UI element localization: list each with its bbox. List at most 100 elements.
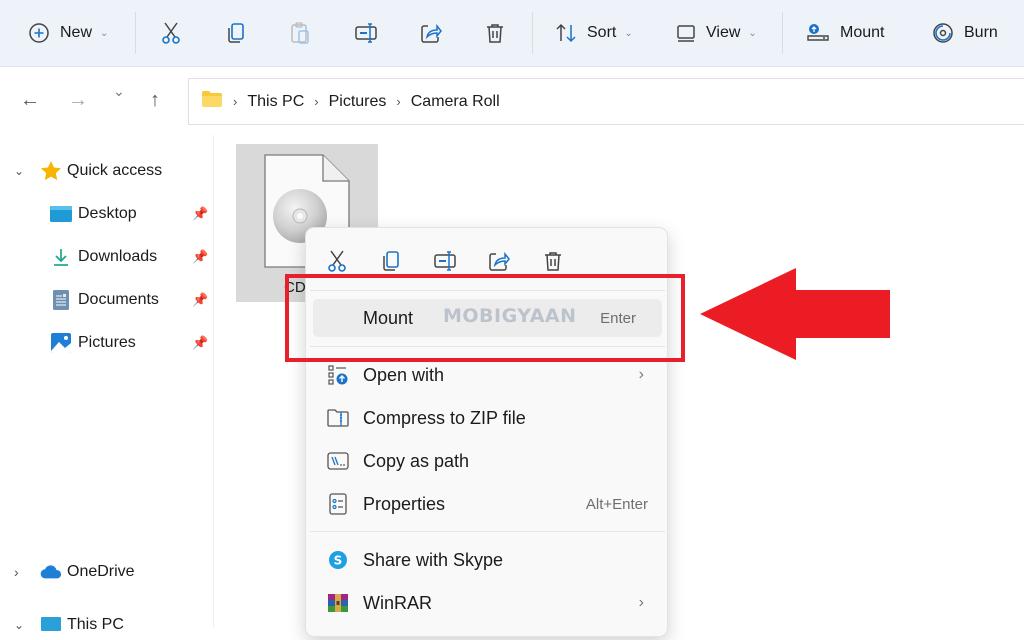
- sidebar-item-quick-access[interactable]: ⌄ Quick access: [0, 156, 214, 186]
- sidebar-item-desktop[interactable]: Desktop 📌: [0, 199, 214, 229]
- burn-label: Burn: [964, 24, 998, 41]
- properties-icon: [327, 493, 349, 515]
- breadcrumb-pictures[interactable]: Pictures: [329, 93, 387, 111]
- menu-item-share-skype[interactable]: S Share with Skype: [313, 541, 662, 579]
- up-arrow-icon[interactable]: ↑: [150, 89, 160, 112]
- menu-item-copy-as-path[interactable]: Copy as path: [313, 442, 662, 480]
- view-label: View: [706, 24, 741, 41]
- burn-button[interactable]: Burn: [932, 16, 998, 50]
- sidebar-item-pictures[interactable]: Pictures 📌: [0, 328, 214, 358]
- breadcrumb-this-pc[interactable]: This PC: [247, 93, 304, 111]
- pin-icon[interactable]: 📌: [192, 249, 208, 265]
- chevron-right-icon: ›: [638, 594, 644, 611]
- new-button[interactable]: New ⌄: [28, 16, 108, 50]
- sidebar-item-documents[interactable]: Documents 📌: [0, 285, 214, 315]
- rename-icon[interactable]: [430, 244, 460, 278]
- shortcut-label: Alt+Enter: [585, 495, 648, 513]
- svg-text:S: S: [334, 554, 343, 568]
- sidebar-item-label: Documents: [78, 291, 159, 308]
- share-icon[interactable]: [484, 244, 514, 278]
- sidebar-item-label: Desktop: [78, 205, 137, 222]
- rename-button[interactable]: [354, 16, 378, 50]
- chevron-down-icon: ⌄: [748, 27, 757, 39]
- menu-item-label: Compress to ZIP file: [363, 407, 526, 428]
- breadcrumb-camera-roll[interactable]: Camera Roll: [411, 93, 500, 111]
- menu-divider: [310, 531, 665, 532]
- breadcrumb-separator: ›: [233, 94, 238, 109]
- breadcrumb[interactable]: › This PC › Pictures › Camera Roll: [188, 78, 1024, 125]
- winrar-icon: [327, 592, 349, 614]
- cut-icon: [160, 21, 182, 45]
- pin-icon[interactable]: 📌: [192, 335, 208, 351]
- add-icon: [28, 22, 50, 44]
- pictures-icon: [50, 332, 72, 354]
- mount-button[interactable]: Mount: [806, 16, 884, 50]
- recent-locations-icon[interactable]: ⌄: [113, 83, 125, 100]
- new-label: New: [60, 24, 93, 41]
- menu-item-properties[interactable]: Properties Alt+Enter: [313, 485, 662, 523]
- view-icon: [676, 23, 696, 43]
- desktop-icon: [50, 203, 72, 225]
- forward-arrow-icon[interactable]: →: [68, 89, 88, 112]
- paste-button[interactable]: [290, 16, 310, 50]
- star-icon: [40, 160, 62, 182]
- rename-icon: [354, 22, 378, 44]
- sort-icon: [555, 22, 577, 44]
- chevron-down-icon[interactable]: ⌄: [14, 164, 24, 178]
- pin-icon[interactable]: 📌: [192, 206, 208, 222]
- mount-label: Mount: [840, 24, 885, 41]
- copy-button[interactable]: [226, 16, 246, 50]
- open-with-icon: [327, 364, 349, 386]
- pin-icon[interactable]: 📌: [192, 292, 208, 308]
- sidebar-item-this-pc[interactable]: ⌄ This PC: [0, 610, 214, 640]
- sidebar-item-label: This PC: [67, 616, 124, 633]
- sort-label: Sort: [587, 24, 617, 41]
- sort-button[interactable]: Sort ⌄: [555, 16, 633, 50]
- copy-icon[interactable]: [376, 244, 406, 278]
- documents-icon: [50, 289, 72, 311]
- delete-button[interactable]: [485, 16, 505, 50]
- cut-button[interactable]: [160, 16, 182, 50]
- menu-item-compress-zip[interactable]: Compress to ZIP file: [313, 399, 662, 437]
- chevron-down-icon: ⌄: [624, 27, 633, 39]
- menu-item-winrar[interactable]: WinRAR ›: [313, 584, 662, 622]
- toolbar-divider: [782, 12, 783, 54]
- sidebar-item-label: Downloads: [78, 248, 158, 265]
- menu-item-label: Open with: [363, 364, 445, 385]
- toolbar-divider: [135, 12, 136, 54]
- sidebar-item-label: Quick access: [67, 162, 163, 179]
- sidebar-item-downloads[interactable]: Downloads 📌: [0, 242, 214, 272]
- highlight-box: [285, 274, 685, 362]
- view-button[interactable]: View ⌄: [676, 16, 757, 50]
- cut-icon[interactable]: [322, 244, 352, 278]
- skype-icon: S: [327, 549, 349, 571]
- mount-icon: [806, 23, 830, 43]
- menu-item-label: Properties: [363, 493, 446, 514]
- burn-icon: [932, 22, 954, 44]
- toolbar-divider: [532, 12, 533, 54]
- computer-icon: [40, 614, 62, 636]
- sidebar-item-onedrive[interactable]: › OneDrive: [0, 557, 214, 587]
- share-button[interactable]: [420, 16, 442, 50]
- chevron-right-icon[interactable]: ›: [14, 564, 19, 580]
- breadcrumb-separator: ›: [396, 94, 401, 109]
- menu-item-label: WinRAR: [363, 592, 433, 613]
- delete-icon[interactable]: [538, 244, 568, 278]
- command-bar: New ⌄ Sort ⌄ View ⌄ Mount Burn: [0, 0, 1024, 67]
- copy-icon: [226, 22, 246, 44]
- back-arrow-icon[interactable]: ←: [20, 89, 40, 112]
- menu-item-label: Copy as path: [363, 450, 470, 471]
- paste-icon: [290, 22, 310, 44]
- sidebar-item-label: OneDrive: [67, 563, 135, 580]
- sidebar-item-label: Pictures: [78, 334, 136, 351]
- folder-icon: [201, 90, 223, 113]
- chevron-down-icon: ⌄: [100, 27, 109, 39]
- share-icon: [420, 22, 442, 44]
- chevron-down-icon[interactable]: ⌄: [14, 618, 24, 632]
- context-quick-actions: [306, 244, 667, 278]
- pointer-arrow-icon: [700, 268, 890, 360]
- navigation-pane: ⌄ Quick access Desktop 📌 Downloads 📌 Doc…: [0, 135, 214, 633]
- copy-path-icon: [327, 450, 349, 472]
- onedrive-icon: [40, 561, 62, 583]
- menu-item-label: Share with Skype: [363, 549, 504, 570]
